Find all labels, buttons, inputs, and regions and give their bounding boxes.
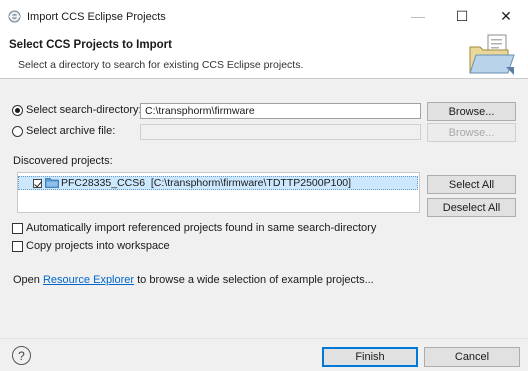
minimize-icon: —	[411, 8, 425, 24]
discovered-projects-label: Discovered projects:	[13, 155, 113, 167]
help-glyph: ?	[18, 348, 25, 363]
finish-button[interactable]: Finish	[322, 347, 418, 367]
eclipse-app-icon	[8, 10, 21, 23]
archive-browse-button[interactable]: Browse...	[427, 123, 516, 142]
page-title: Select CCS Projects to Import	[9, 39, 172, 51]
project-name: PFC28335_CCS6	[61, 177, 146, 189]
help-icon[interactable]: ?	[12, 346, 31, 365]
resource-explorer-line: Open Resource Explorer to browse a wide …	[13, 274, 374, 286]
copy-projects-label: Copy projects into workspace	[26, 240, 170, 252]
copy-projects-checkbox[interactable]	[12, 241, 23, 252]
folder-import-wizard-icon	[469, 34, 515, 75]
project-path: [C:\transphorm\firmware\TDTTP2500P100]	[150, 177, 352, 189]
select-archive-radio[interactable]	[12, 126, 23, 137]
auto-import-checkbox[interactable]	[12, 223, 23, 234]
maximize-icon: ☐	[455, 7, 469, 24]
close-icon: ✕	[500, 7, 512, 24]
select-directory-radio[interactable]	[12, 105, 23, 116]
project-checkbox[interactable]	[33, 179, 42, 188]
maximize-button[interactable]: ☐	[440, 0, 484, 32]
footer-separator	[0, 338, 528, 339]
page-description: Select a directory to search for existin…	[18, 59, 304, 71]
resource-suffix-text: to browse a wide selection of example pr…	[134, 274, 374, 286]
resource-prefix-text: Open	[13, 274, 43, 286]
auto-import-label: Automatically import referenced projects…	[26, 222, 377, 234]
archive-file-input[interactable]	[140, 124, 421, 140]
window-title: Import CCS Eclipse Projects	[27, 11, 166, 23]
deselect-all-button[interactable]: Deselect All	[427, 198, 516, 217]
project-entry-text: PFC28335_CCS6 [C:\transphorm\firmware\TD…	[61, 177, 351, 189]
select-archive-label: Select archive file:	[26, 125, 116, 137]
select-all-button[interactable]: Select All	[427, 175, 516, 194]
directory-browse-button[interactable]: Browse...	[427, 102, 516, 121]
select-directory-label: Select search-directory:	[26, 104, 142, 116]
cancel-button[interactable]: Cancel	[424, 347, 520, 367]
project-folder-icon	[45, 178, 59, 188]
search-directory-input[interactable]	[140, 103, 421, 119]
minimize-button[interactable]: —	[396, 0, 440, 32]
resource-explorer-link[interactable]: Resource Explorer	[43, 274, 134, 286]
close-button[interactable]: ✕	[484, 0, 528, 32]
